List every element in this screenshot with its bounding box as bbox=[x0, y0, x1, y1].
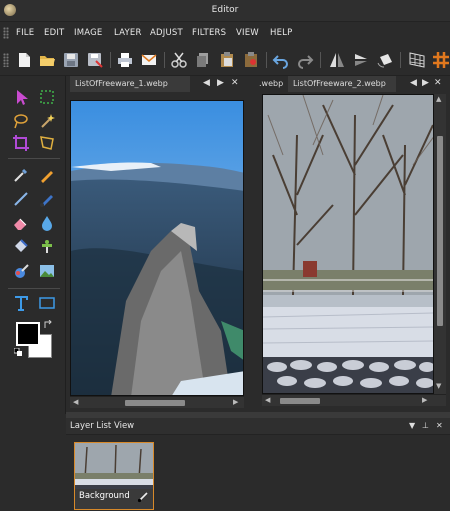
scroll-left-icon[interactable]: ◀ bbox=[265, 396, 270, 404]
tool-separator bbox=[8, 288, 60, 289]
menu-bar: FILE EDIT IMAGE LAYER ADJUST FILTERS VIE… bbox=[0, 22, 450, 44]
scroll-up-icon[interactable]: ▲ bbox=[436, 95, 441, 103]
scroll-right-icon[interactable]: ▶ bbox=[233, 398, 238, 406]
layer-brush-icon bbox=[137, 492, 148, 503]
pencil-icon[interactable] bbox=[38, 166, 56, 184]
shape-rectangle-icon[interactable] bbox=[38, 294, 56, 312]
vertical-scrollbar-2[interactable]: ▲ ▼ bbox=[434, 94, 446, 394]
toolbar-separator bbox=[400, 52, 401, 68]
main-toolbar bbox=[0, 44, 450, 76]
open-folder-icon[interactable] bbox=[38, 51, 56, 69]
move-tool-icon[interactable] bbox=[12, 88, 30, 106]
title-bar: Editor bbox=[0, 0, 450, 22]
undo-icon[interactable] bbox=[272, 51, 290, 69]
tab-next-icon[interactable]: ▶ bbox=[422, 78, 429, 88]
scroll-left-icon[interactable]: ◀ bbox=[73, 398, 78, 406]
tab-prev-icon[interactable]: ◀ bbox=[203, 78, 210, 88]
tab-close-icon[interactable]: ✕ bbox=[434, 78, 442, 88]
document-window-2: .webp ListOfFreeware_2.webp ◀ ▶ ✕ ▲ ▼ ◀ … bbox=[254, 76, 450, 410]
text-tool-icon[interactable] bbox=[12, 294, 30, 312]
layer-panel-header: Layer List View ▼ ⊥ ✕ bbox=[66, 418, 450, 435]
crop-icon[interactable] bbox=[12, 134, 30, 152]
layer-list-panel: Layer List View ▼ ⊥ ✕ Background bbox=[66, 418, 450, 511]
toolbar-separator bbox=[110, 52, 111, 68]
tool-separator bbox=[8, 158, 60, 159]
pin-icon[interactable]: ⊥ bbox=[422, 421, 429, 430]
new-file-icon[interactable] bbox=[15, 51, 33, 69]
insert-image-icon[interactable] bbox=[38, 262, 56, 280]
brush-icon[interactable] bbox=[38, 190, 56, 208]
grid-icon[interactable] bbox=[408, 51, 426, 69]
tab-prev-icon[interactable]: ◀ bbox=[410, 78, 417, 88]
menu-view[interactable]: VIEW bbox=[236, 28, 259, 38]
menu-image[interactable]: IMAGE bbox=[74, 28, 102, 38]
rotate-icon[interactable] bbox=[376, 51, 394, 69]
window-title: Editor bbox=[211, 5, 239, 15]
mountain-photo bbox=[71, 101, 243, 395]
foreground-color-swatch-front[interactable] bbox=[16, 322, 40, 346]
cut-icon[interactable] bbox=[170, 51, 188, 69]
panel-close-icon[interactable]: ✕ bbox=[436, 421, 443, 430]
image-canvas-2[interactable] bbox=[262, 94, 434, 394]
scroll-thumb[interactable] bbox=[125, 400, 185, 406]
hash-grid-icon[interactable] bbox=[432, 51, 450, 69]
redo-icon[interactable] bbox=[296, 51, 314, 69]
email-icon[interactable] bbox=[140, 51, 158, 69]
tool-box bbox=[0, 76, 66, 414]
print-icon[interactable] bbox=[116, 51, 134, 69]
flip-horizontal-icon[interactable] bbox=[328, 51, 346, 69]
paste-special-icon[interactable] bbox=[242, 51, 260, 69]
line-tool-icon[interactable] bbox=[12, 190, 30, 208]
copy-icon[interactable] bbox=[194, 51, 212, 69]
swap-colors-icon[interactable] bbox=[43, 320, 53, 330]
menu-filters[interactable]: FILTERS bbox=[192, 28, 226, 38]
paste-icon[interactable] bbox=[218, 51, 236, 69]
tab-document-2[interactable]: ListOfFreeware_2.webp bbox=[288, 76, 396, 92]
layer-name: Background bbox=[79, 491, 130, 501]
clone-stamp-icon[interactable] bbox=[38, 238, 56, 256]
lasso-icon[interactable] bbox=[12, 112, 30, 130]
document-window-1: ListOfFreeware_1.webp ◀ ▶ ✕ ◀ ▶ bbox=[68, 76, 248, 410]
layer-item-background[interactable]: Background bbox=[74, 442, 154, 510]
tab-close-icon[interactable]: ✕ bbox=[231, 78, 239, 88]
toolbar-grip-icon bbox=[3, 53, 9, 67]
blur-drop-icon[interactable] bbox=[38, 214, 56, 232]
toolbar-separator bbox=[320, 52, 321, 68]
toolbar-separator bbox=[266, 52, 267, 68]
menu-edit[interactable]: EDIT bbox=[44, 28, 64, 38]
smudge-icon[interactable] bbox=[12, 262, 30, 280]
horizontal-scrollbar-2[interactable]: ◀ ▶ bbox=[262, 394, 446, 406]
perspective-crop-icon[interactable] bbox=[38, 134, 56, 152]
scroll-thumb[interactable] bbox=[437, 136, 443, 326]
menu-file[interactable]: FILE bbox=[16, 28, 34, 38]
flip-vertical-icon[interactable] bbox=[352, 51, 370, 69]
layer-panel-title: Layer List View bbox=[70, 421, 135, 431]
tab-document-prev[interactable]: .webp bbox=[254, 76, 288, 92]
scroll-right-icon[interactable]: ▶ bbox=[422, 396, 427, 404]
rectangle-select-icon[interactable] bbox=[38, 88, 56, 106]
tab-next-icon[interactable]: ▶ bbox=[217, 78, 224, 88]
color-picker-icon[interactable] bbox=[12, 166, 30, 184]
eraser-icon[interactable] bbox=[12, 214, 30, 232]
save-as-icon[interactable] bbox=[86, 51, 104, 69]
menu-adjust[interactable]: ADJUST bbox=[150, 28, 183, 38]
magic-wand-icon[interactable] bbox=[38, 112, 56, 130]
layer-thumbnail bbox=[75, 443, 153, 489]
menu-help[interactable]: HELP bbox=[270, 28, 292, 38]
image-canvas-1[interactable] bbox=[70, 100, 244, 396]
menu-grip-icon bbox=[3, 27, 9, 39]
tab-document-1[interactable]: ListOfFreeware_1.webp bbox=[70, 76, 190, 92]
paint-bucket-icon[interactable] bbox=[12, 238, 30, 256]
scroll-thumb[interactable] bbox=[280, 398, 320, 404]
winter-forest-photo bbox=[263, 95, 433, 393]
default-colors-icon[interactable] bbox=[14, 348, 22, 356]
horizontal-scrollbar-1[interactable]: ◀ ▶ bbox=[70, 396, 244, 408]
menu-layer[interactable]: LAYER bbox=[114, 28, 142, 38]
save-icon[interactable] bbox=[62, 51, 80, 69]
scroll-down-icon[interactable]: ▼ bbox=[436, 382, 441, 390]
toolbar-separator bbox=[164, 52, 165, 68]
panel-menu-icon[interactable]: ▼ bbox=[409, 421, 415, 430]
